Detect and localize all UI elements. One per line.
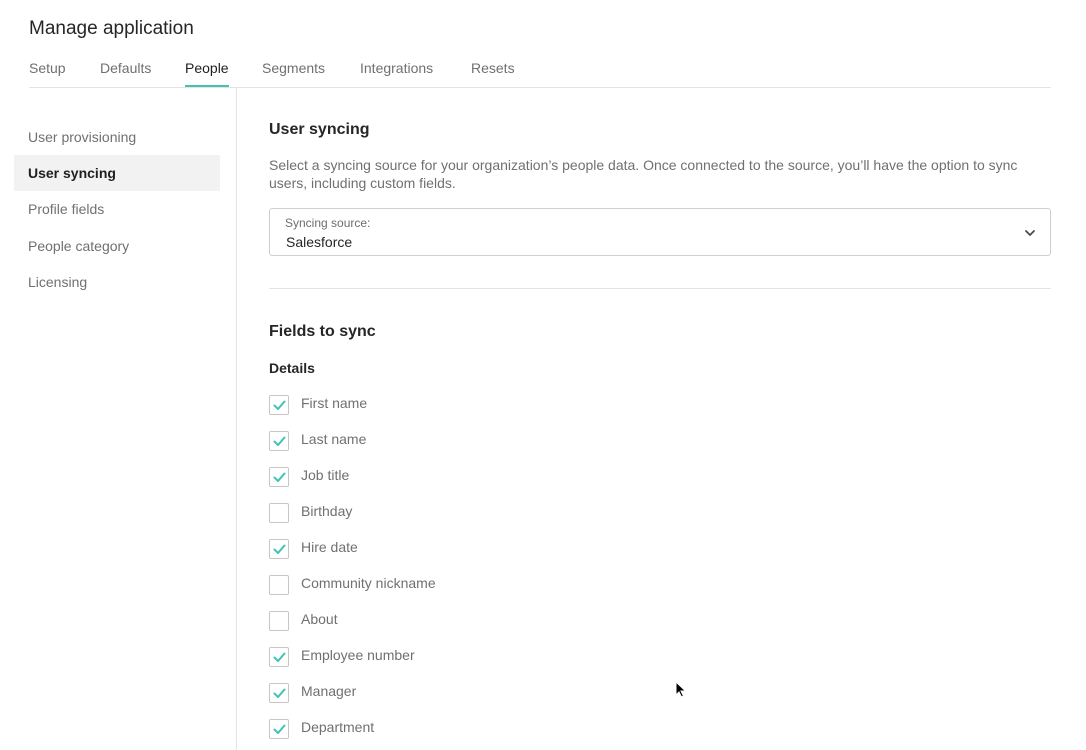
section-divider: [269, 288, 1051, 289]
check-icon: [273, 400, 286, 410]
field-label: Last name: [301, 431, 367, 447]
field-label: Community nickname: [301, 575, 436, 591]
syncing-source-value: Salesforce: [286, 234, 353, 250]
tab-setup[interactable]: Setup: [29, 59, 66, 87]
user-syncing-description: Select a syncing source for your organiz…: [269, 157, 1018, 191]
field-label: Department: [301, 719, 375, 735]
field-row[interactable]: About: [269, 609, 669, 631]
field-row[interactable]: Department: [269, 717, 669, 739]
field-row[interactable]: Employee number: [269, 645, 669, 667]
field-checkbox[interactable]: [269, 647, 289, 667]
field-label: First name: [301, 395, 368, 411]
syncing-source-label: Syncing source:: [285, 216, 371, 230]
field-checkbox[interactable]: [269, 575, 289, 595]
tab-people[interactable]: People: [185, 59, 229, 87]
page-title: Manage application: [29, 18, 194, 39]
check-icon: [273, 652, 286, 662]
syncing-source-select[interactable]: Syncing source: Salesforce: [269, 208, 1051, 256]
check-icon: [273, 688, 286, 698]
field-label: Employee number: [301, 647, 415, 663]
sidebar: User provisioning User syncing Profile f…: [0, 88, 237, 750]
tab-defaults[interactable]: Defaults: [100, 59, 151, 87]
tab-bar: Setup Defaults People Segments Integrati…: [29, 59, 1051, 88]
field-checkbox[interactable]: [269, 719, 289, 739]
sidebar-item-user-provisioning[interactable]: User provisioning: [14, 119, 220, 155]
field-label: Manager: [301, 683, 357, 699]
details-group-label: Details: [269, 360, 315, 376]
field-row[interactable]: Last name: [269, 429, 669, 451]
mouse-pointer-icon: [675, 680, 687, 703]
check-icon: [273, 544, 286, 554]
field-label: Birthday: [301, 503, 353, 519]
check-icon: [273, 472, 286, 482]
field-checkbox[interactable]: [269, 467, 289, 487]
field-label: Job title: [301, 467, 350, 483]
field-checkbox[interactable]: [269, 539, 289, 559]
check-icon: [273, 724, 286, 734]
chevron-down-icon: [1024, 226, 1036, 238]
field-checkbox[interactable]: [269, 431, 289, 451]
field-checkbox[interactable]: [269, 395, 289, 415]
sidebar-item-licensing[interactable]: Licensing: [14, 264, 220, 300]
field-row[interactable]: Birthday: [269, 501, 669, 523]
tab-integrations[interactable]: Integrations: [360, 59, 433, 87]
sidebar-item-profile-fields[interactable]: Profile fields: [14, 191, 220, 227]
field-label: About: [301, 611, 338, 627]
sidebar-item-user-syncing[interactable]: User syncing: [14, 155, 220, 191]
sidebar-item-people-category[interactable]: People category: [14, 228, 220, 264]
field-row[interactable]: Hire date: [269, 537, 669, 559]
field-checkbox[interactable]: [269, 683, 289, 703]
field-row[interactable]: First name: [269, 393, 669, 415]
field-row[interactable]: Job title: [269, 465, 669, 487]
field-checkbox[interactable]: [269, 611, 289, 631]
field-checkbox[interactable]: [269, 503, 289, 523]
user-syncing-title: User syncing: [269, 121, 370, 138]
tab-segments[interactable]: Segments: [262, 59, 325, 87]
field-label: Hire date: [301, 539, 358, 555]
field-row[interactable]: Community nickname: [269, 573, 669, 595]
check-icon: [273, 436, 286, 446]
field-row[interactable]: Manager: [269, 681, 669, 703]
tab-resets[interactable]: Resets: [471, 59, 515, 87]
fields-to-sync-title: Fields to sync: [269, 323, 376, 340]
